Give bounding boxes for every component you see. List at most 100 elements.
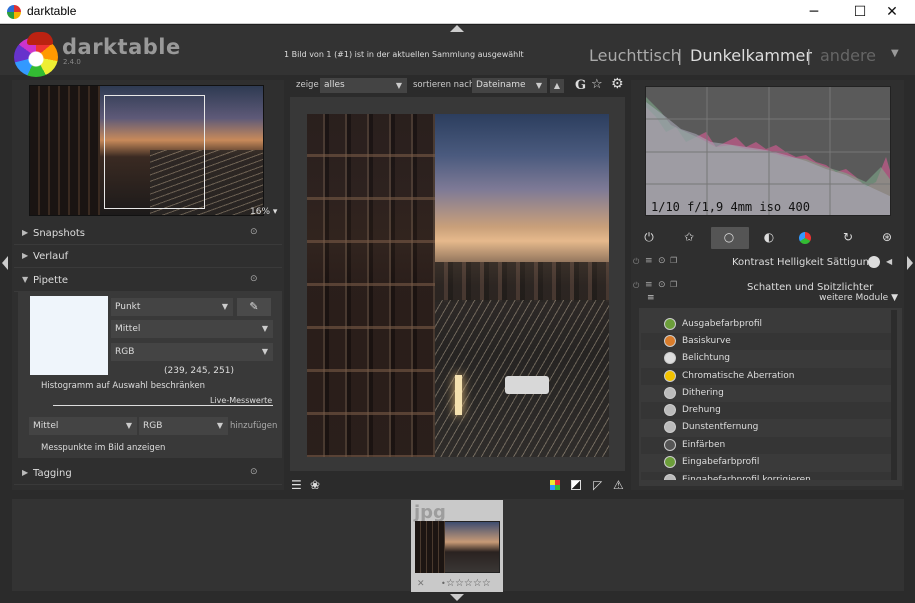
power-icon[interactable]: ⏻	[633, 281, 639, 290]
preferences-gear-icon[interactable]: ⚙	[611, 76, 624, 92]
module-snapshots[interactable]: ▶ Snapshots ⊙	[14, 223, 282, 245]
styles-icon[interactable]: ❀	[310, 478, 320, 492]
thumbnail-building	[415, 521, 445, 573]
module-list-label: Belichtung	[682, 353, 731, 363]
module-list-item[interactable]: Dunstentfernung	[641, 419, 891, 436]
reset-icon[interactable]: ⊙	[250, 467, 258, 477]
sort-direction-button[interactable]: ▲	[550, 79, 564, 93]
histogram[interactable]	[645, 86, 891, 216]
module-list-item[interactable]: Chromatische Aberration	[641, 368, 891, 385]
module-list-label: Einfärben	[682, 440, 726, 450]
module-history[interactable]: ▶ Verlauf	[14, 246, 282, 268]
module-list-item[interactable]: Belichtung	[641, 350, 891, 367]
module-shadows-highlights[interactable]: ⏻ ≡ ⊙ ❐ Schatten und Spitzlichter	[630, 278, 902, 290]
gamut-check-icon[interactable]	[550, 480, 560, 490]
module-list-scrollbar[interactable]	[891, 310, 897, 480]
softproof-icon[interactable]	[571, 480, 581, 490]
module-icon	[664, 318, 676, 330]
views-caret-icon[interactable]: ▼	[891, 48, 899, 59]
navigation-viewport-rect[interactable]	[104, 95, 205, 209]
histogram-graph	[646, 87, 890, 215]
view-darkroom[interactable]: Dunkelkammer	[690, 46, 812, 65]
grouping-button[interactable]: G	[575, 78, 586, 93]
sort-select[interactable]: Dateiname ▼	[472, 78, 547, 93]
pipette-colorspace-select[interactable]: RGB ▼	[111, 343, 273, 361]
pipette-statistic-select[interactable]: Mittel ▼	[111, 320, 273, 338]
overexposed-warning-icon[interactable]: ⚠	[613, 478, 624, 492]
module-list-item[interactable]: Einfärben	[641, 437, 891, 454]
basic-group-icon[interactable]: ○	[719, 230, 739, 246]
module-icon	[664, 439, 676, 451]
pipette-icon: ✎	[249, 300, 259, 313]
more-modules-label: weitere Module ▼	[819, 293, 898, 303]
module-contrast-brightness-saturation[interactable]: ⏻ ≡ ⊙ ❐ Kontrast Helligkeit Sättigung ◀	[630, 254, 902, 274]
tone-group-icon[interactable]: ◐	[759, 230, 779, 246]
module-enable-icon[interactable]	[868, 256, 880, 268]
module-icon	[664, 474, 676, 480]
reject-icon[interactable]: ✕	[417, 579, 425, 589]
presets-icon[interactable]: ≡	[645, 280, 653, 290]
module-list-item[interactable]: Eingabefarbprofil korrigieren	[641, 472, 891, 480]
chevron-down-icon: ▼	[221, 302, 228, 311]
more-modules-header[interactable]: ≡ weitere Module ▼	[639, 290, 902, 308]
reset-icon[interactable]: ⊙	[250, 274, 258, 284]
menu-icon[interactable]: ≡	[647, 293, 655, 303]
multi-instance-icon[interactable]: ❐	[670, 256, 677, 265]
file-extension: jpg	[414, 502, 446, 523]
select-value: Punkt	[115, 302, 141, 312]
collapse-bottom-arrow-icon[interactable]	[450, 594, 464, 601]
power-icon[interactable]: ⏻	[639, 230, 659, 246]
module-icon	[664, 421, 676, 433]
presets-icon[interactable]: ≡	[645, 256, 653, 266]
module-list-label: Dithering	[682, 388, 724, 398]
pipette-mode-select[interactable]: Punkt ▼	[111, 298, 233, 316]
minimize-button[interactable]: ─	[791, 0, 837, 24]
star-rating[interactable]: ☆☆☆☆☆	[446, 578, 491, 589]
power-icon[interactable]: ⏻	[633, 257, 639, 267]
expand-triangle-icon: ▶	[22, 251, 29, 260]
reset-icon[interactable]: ⊙	[658, 280, 666, 290]
view-lighttable[interactable]: Leuchttisch	[589, 46, 681, 65]
overlay-star-icon[interactable]: ☆	[591, 77, 603, 92]
color-group-icon[interactable]	[799, 232, 811, 244]
module-pipette[interactable]: ▼ Pipette ⊙	[14, 270, 282, 292]
module-label: Snapshots	[33, 228, 85, 239]
filter-select[interactable]: alles ▼	[320, 78, 407, 93]
module-icon	[664, 456, 676, 468]
reset-icon[interactable]: ⊙	[658, 256, 666, 266]
clipping-icon[interactable]: ◸	[593, 478, 602, 492]
module-list-item[interactable]: Eingabefarbprofil	[641, 454, 891, 471]
select-value: RGB	[143, 421, 163, 431]
collapse-right-arrow-icon[interactable]	[907, 256, 913, 270]
view-separator: |	[677, 46, 683, 65]
module-list-label: Dunstentfernung	[682, 422, 759, 432]
collapse-triangle-icon: ▼	[22, 275, 29, 284]
color-picker-button[interactable]: ✎	[237, 298, 271, 316]
show-sample-points-toggle[interactable]: Messpunkte im Bild anzeigen	[41, 443, 165, 453]
multi-instance-icon[interactable]: ❐	[670, 280, 677, 289]
select-value: RGB	[115, 347, 135, 357]
zoom-level[interactable]: 16% ▾	[250, 207, 277, 217]
effect-group-icon[interactable]: ⊛	[877, 230, 897, 246]
restrict-histogram-toggle[interactable]: Histogramm auf Auswahl beschränken	[41, 381, 205, 391]
module-list-item[interactable]: Ausgabefarbprofil	[641, 316, 891, 333]
reset-icon[interactable]: ⊙	[250, 227, 258, 237]
module-tagging[interactable]: ▶ Tagging ⊙	[14, 463, 282, 485]
favorites-icon[interactable]: ✩	[679, 230, 699, 246]
correct-group-icon[interactable]: ↻	[838, 230, 858, 246]
collapse-left-arrow-icon[interactable]	[2, 256, 8, 270]
module-list-item[interactable]: Basiskurve	[641, 333, 891, 350]
module-list-item[interactable]: Dithering	[641, 385, 891, 402]
view-other[interactable]: andere	[820, 46, 876, 65]
rgb-value: (239, 245, 251)	[164, 366, 235, 376]
add-live-sample-button[interactable]: hinzufügen	[230, 421, 277, 431]
collapse-top-arrow-icon[interactable]	[450, 25, 464, 32]
menu-icon[interactable]: ☰	[291, 478, 302, 492]
close-button[interactable]: ✕	[869, 0, 915, 24]
view-separator: |	[806, 46, 812, 65]
live-colorspace-select[interactable]: RGB ▼	[139, 417, 228, 435]
live-statistic-select[interactable]: Mittel ▼	[29, 417, 137, 435]
module-label: Tagging	[33, 468, 72, 479]
module-list-item[interactable]: Drehung	[641, 402, 891, 419]
collapse-triangle-icon[interactable]: ◀	[886, 257, 892, 266]
